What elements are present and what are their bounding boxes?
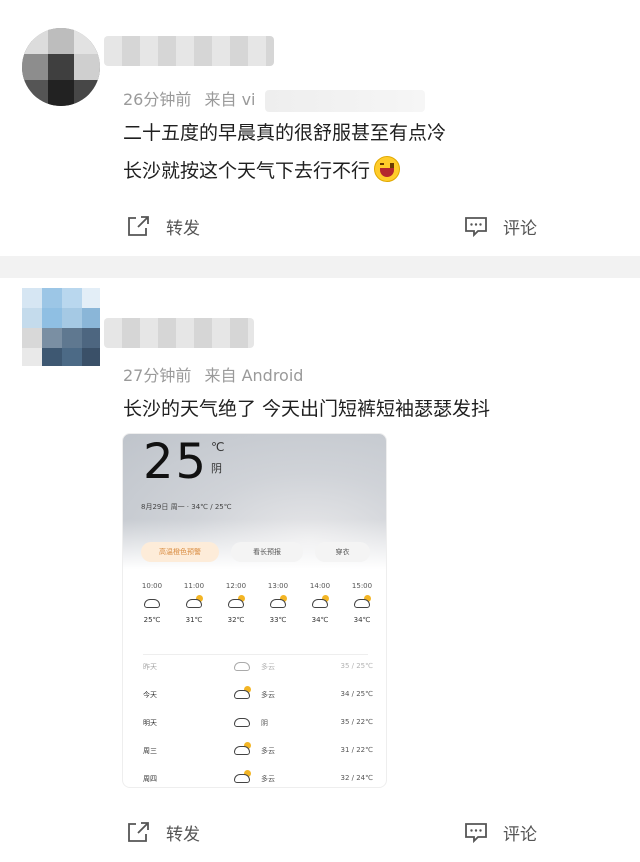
hour-temp: 31℃ — [185, 616, 203, 624]
post-text: 长沙就按这个天气下去行不行 — [123, 160, 371, 182]
partly-cloudy-icon — [227, 595, 245, 608]
share-icon — [128, 216, 149, 236]
hour-item: 15:00 34℃ — [347, 582, 377, 624]
post-time: 26分钟前 — [123, 90, 192, 109]
share-button[interactable]: 转发 — [126, 210, 200, 242]
source-prefix: 来自 — [204, 366, 237, 385]
hour-time: 12:00 — [225, 582, 247, 590]
weather-unit: ℃ — [211, 440, 225, 454]
day-condition: 阴 — [261, 719, 268, 727]
comment-icon — [465, 823, 487, 844]
hour-time: 10:00 — [141, 582, 163, 590]
cloudy-icon — [233, 715, 251, 727]
divider — [143, 654, 368, 655]
post-time: 27分钟前 — [123, 366, 192, 385]
day-range: 35 / 22℃ — [340, 718, 373, 726]
hour-time: 15:00 — [351, 582, 373, 590]
hour-item: 10:00 25℃ — [137, 582, 167, 624]
hourly-forecast: 10:00 25℃ 11:00 31℃ 12:00 32℃ 13:00 33℃ 14:0… — [137, 582, 382, 642]
partly-cloudy-icon — [311, 595, 329, 608]
hour-temp: 32℃ — [227, 616, 245, 624]
warning-pill: 高温橙色预警 — [141, 542, 219, 562]
day-range: 31 / 22℃ — [340, 746, 373, 754]
weather-temperature: 25 — [143, 434, 209, 490]
partly-cloudy-icon — [233, 770, 251, 783]
hour-temp: 34℃ — [353, 616, 371, 624]
post-text-line: 长沙的天气绝了 今天出门短裤短袖瑟瑟发抖 — [123, 398, 491, 420]
comment-label: 评论 — [503, 824, 537, 845]
post-separator — [0, 256, 640, 278]
day-range: 32 / 24℃ — [340, 774, 373, 782]
comment-label: 评论 — [503, 218, 537, 239]
hour-temp: 33℃ — [269, 616, 287, 624]
hour-temp: 25℃ — [143, 616, 161, 624]
partly-cloudy-icon — [233, 686, 251, 699]
day-condition: 多云 — [261, 775, 275, 783]
day-condition: 多云 — [261, 663, 275, 671]
post-meta: 26分钟前 来自 vi — [123, 86, 425, 112]
partly-cloudy-icon — [233, 659, 251, 671]
day-condition: 多云 — [261, 747, 275, 755]
hour-temp: 34℃ — [311, 616, 329, 624]
partly-cloudy-icon — [269, 595, 287, 608]
action-bar: 转发 评论 — [0, 816, 640, 848]
hour-time: 14:00 — [309, 582, 331, 590]
day-name: 今天 — [143, 691, 157, 699]
comment-button[interactable]: 评论 — [463, 210, 537, 242]
post-card: 26分钟前 来自 vi 二十五度的早晨真的很舒服甚至有点冷 长沙就按这个天气下去… — [0, 0, 640, 256]
hour-time: 13:00 — [267, 582, 289, 590]
partly-cloudy-icon — [185, 595, 203, 608]
day-row: 今天 多云 34 / 25℃ — [143, 684, 373, 706]
forecast-pill: 看长预报 — [231, 542, 303, 562]
day-row: 昨天 多云 35 / 25℃ — [143, 656, 373, 678]
share-label: 转发 — [166, 218, 200, 239]
source-prefix: 来自 — [204, 90, 237, 109]
post-card: 27分钟前 来自 Android 长沙的天气绝了 今天出门短裤短袖瑟瑟发抖 25… — [0, 278, 640, 862]
hour-item: 13:00 33℃ — [263, 582, 293, 624]
partly-cloudy-icon — [233, 742, 251, 755]
weather-screenshot-image[interactable]: 25 ℃ 阴 8月29日 周一 · 34℃ / 25℃ 高温橙色预警 看长预报 … — [122, 433, 387, 788]
day-row: 明天 阴 35 / 22℃ — [143, 712, 373, 734]
hour-item: 12:00 32℃ — [221, 582, 251, 624]
hour-time: 11:00 — [183, 582, 205, 590]
post-text-line: 长沙就按这个天气下去行不行 — [123, 156, 401, 183]
share-button[interactable]: 转发 — [126, 816, 200, 848]
day-row: 周四 多云 32 / 24℃ — [143, 768, 373, 787]
avatar[interactable] — [22, 288, 100, 366]
day-name: 周三 — [143, 747, 157, 755]
avatar[interactable] — [22, 28, 100, 106]
username-blurred[interactable] — [104, 36, 274, 66]
comment-icon — [465, 217, 487, 238]
day-range: 34 / 25℃ — [340, 690, 373, 698]
day-name: 明天 — [143, 719, 157, 727]
source-blurred — [264, 89, 425, 112]
weather-date: 8月29日 周一 · 34℃ / 25℃ — [141, 503, 232, 511]
hour-item: 14:00 34℃ — [305, 582, 335, 624]
laughing-crying-emoji-icon — [374, 156, 401, 182]
cloudy-icon — [143, 596, 161, 608]
clothing-pill: 穿衣 — [315, 542, 370, 562]
post-meta: 27分钟前 来自 Android — [123, 362, 303, 386]
day-row: 周三 多云 31 / 22℃ — [143, 740, 373, 762]
comment-button[interactable]: 评论 — [463, 816, 537, 848]
day-name: 昨天 — [143, 663, 157, 671]
day-name: 周四 — [143, 775, 157, 783]
share-icon — [128, 822, 149, 842]
day-condition: 多云 — [261, 691, 275, 699]
weather-condition: 阴 — [211, 462, 222, 475]
hour-item: 11:00 31℃ — [179, 582, 209, 624]
post-text-line: 二十五度的早晨真的很舒服甚至有点冷 — [123, 122, 447, 144]
day-range: 35 / 25℃ — [340, 662, 373, 670]
source-label: vi — [241, 90, 256, 109]
username-blurred[interactable] — [104, 318, 254, 348]
partly-cloudy-icon — [353, 595, 371, 608]
share-label: 转发 — [166, 824, 200, 845]
weather-pills: 高温橙色预警 看长预报 穿衣 — [141, 542, 376, 562]
action-bar: 转发 评论 — [0, 210, 640, 242]
source-label: Android — [241, 366, 304, 385]
